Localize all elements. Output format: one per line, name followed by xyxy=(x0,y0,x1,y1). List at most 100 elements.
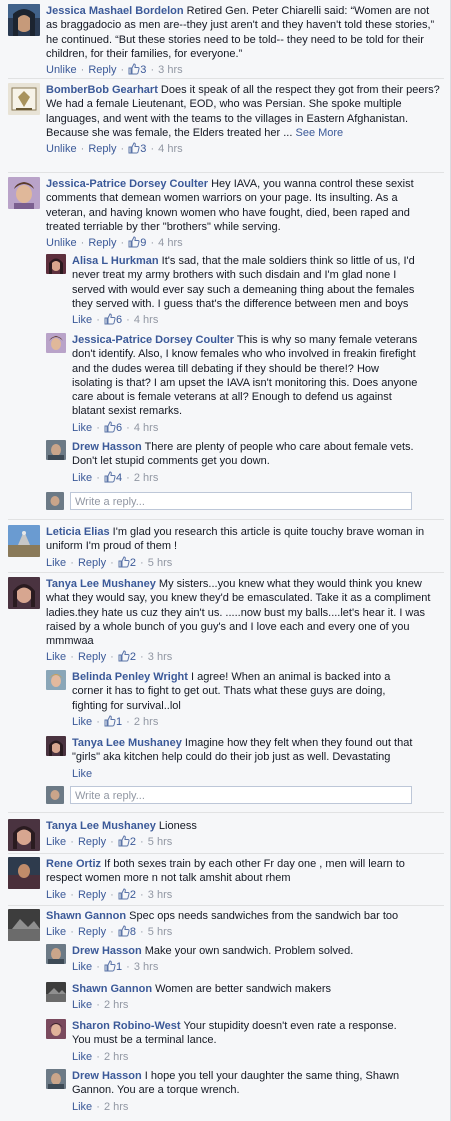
timestamp[interactable]: 2 hrs xyxy=(104,999,128,1011)
thumbs-up-icon[interactable] xyxy=(128,142,140,158)
like-link[interactable]: Like xyxy=(46,836,66,848)
avatar[interactable] xyxy=(46,254,66,274)
timestamp[interactable]: 2 hrs xyxy=(134,716,158,728)
reply: Drew Hasson There are plenty of people w… xyxy=(46,440,418,487)
avatar[interactable] xyxy=(8,819,40,851)
avatar[interactable] xyxy=(8,909,40,941)
author-name[interactable]: Jessica Mashael Bordelon xyxy=(46,5,184,17)
see-more-link[interactable]: See More xyxy=(295,127,343,139)
comment-text: Sharon Robino-West Your stupidity doesn'… xyxy=(72,1019,418,1048)
reply-link[interactable]: Reply xyxy=(78,651,106,663)
timestamp[interactable]: 2 hrs xyxy=(104,1101,128,1113)
timestamp[interactable]: 2 hrs xyxy=(104,1051,128,1063)
like-link[interactable]: Like xyxy=(72,1101,92,1113)
like-link[interactable]: Like xyxy=(46,651,66,663)
avatar[interactable] xyxy=(46,440,66,460)
avatar[interactable] xyxy=(46,333,66,353)
like-link[interactable]: Like xyxy=(72,999,92,1011)
avatar[interactable] xyxy=(8,577,40,609)
unlike-link[interactable]: Unlike xyxy=(46,143,77,155)
unlike-link[interactable]: Unlike xyxy=(46,237,77,249)
author-name[interactable]: Jessica-Patrice Dorsey Coulter xyxy=(72,334,234,346)
timestamp[interactable]: 5 hrs xyxy=(148,926,172,938)
like-link[interactable]: Like xyxy=(46,557,66,569)
avatar[interactable] xyxy=(46,670,66,690)
author-name[interactable]: Belinda Penley Wright xyxy=(72,671,188,683)
reply-link[interactable]: Reply xyxy=(78,889,106,901)
avatar[interactable] xyxy=(8,177,40,209)
comment-text: Drew Hasson There are plenty of people w… xyxy=(72,440,418,469)
timestamp[interactable]: 3 hrs xyxy=(134,961,158,973)
thumbs-up-icon[interactable] xyxy=(118,888,130,904)
comment: Jessica Mashael Bordelon Retired Gen. Pe… xyxy=(8,4,440,79)
avatar-image xyxy=(8,83,40,115)
author-name[interactable]: Tanya Lee Mushaney xyxy=(72,737,182,749)
thumbs-up-icon[interactable] xyxy=(104,421,116,437)
reply-link[interactable]: Reply xyxy=(78,926,106,938)
like-link[interactable]: Like xyxy=(72,961,92,973)
like-link[interactable]: Like xyxy=(46,889,66,901)
avatar[interactable] xyxy=(46,982,66,1002)
thumbs-up-icon[interactable] xyxy=(128,236,140,252)
reply-link[interactable]: Reply xyxy=(88,237,116,249)
timestamp[interactable]: 3 hrs xyxy=(148,651,172,663)
author-name[interactable]: Shawn Gannon xyxy=(46,910,126,922)
thumbs-up-icon[interactable] xyxy=(104,471,116,487)
reply-link[interactable]: Reply xyxy=(78,836,106,848)
like-link[interactable]: Like xyxy=(72,422,92,434)
timestamp[interactable]: 4 hrs xyxy=(158,143,182,155)
timestamp[interactable]: 5 hrs xyxy=(148,557,172,569)
avatar[interactable] xyxy=(8,83,40,115)
like-link[interactable]: Like xyxy=(72,1051,92,1063)
author-name[interactable]: Drew Hasson xyxy=(72,441,142,453)
reply-composer: Write a reply... xyxy=(46,786,412,804)
author-name[interactable]: Tanya Lee Mushaney xyxy=(46,820,156,832)
reply-input[interactable]: Write a reply... xyxy=(70,492,412,510)
thumbs-up-icon[interactable] xyxy=(104,715,116,731)
thumbs-up-icon[interactable] xyxy=(104,960,116,976)
thumbs-up-icon[interactable] xyxy=(118,835,130,851)
avatar[interactable] xyxy=(46,736,66,756)
author-name[interactable]: Drew Hasson xyxy=(72,945,142,957)
unlike-link[interactable]: Unlike xyxy=(46,64,77,76)
comment-actions: Like · 1 · 3 hrs xyxy=(72,960,418,976)
avatar[interactable] xyxy=(8,857,40,889)
author-name[interactable]: Alisa L Hurkman xyxy=(72,255,159,267)
like-link[interactable]: Like xyxy=(72,472,92,484)
thumbs-up-icon[interactable] xyxy=(118,556,130,572)
reply: Shawn Gannon Women are better sandwich m… xyxy=(46,982,418,1013)
timestamp[interactable]: 4 hrs xyxy=(158,237,182,249)
reply-link[interactable]: Reply xyxy=(88,143,116,155)
reply-link[interactable]: Reply xyxy=(78,557,106,569)
avatar[interactable] xyxy=(46,1019,66,1039)
author-name[interactable]: Leticia Elias xyxy=(46,526,110,538)
divider xyxy=(8,78,444,79)
author-name[interactable]: Sharon Robino-West xyxy=(72,1020,181,1032)
timestamp[interactable]: 5 hrs xyxy=(148,836,172,848)
avatar[interactable] xyxy=(8,4,40,36)
like-link[interactable]: Like xyxy=(72,314,92,326)
author-name[interactable]: BomberBob Gearhart xyxy=(46,84,158,96)
author-name[interactable]: Tanya Lee Mushaney xyxy=(46,578,156,590)
author-name[interactable]: Drew Hasson xyxy=(72,1070,142,1082)
reply-input[interactable]: Write a reply... xyxy=(70,786,412,804)
author-name[interactable]: Rene Ortiz xyxy=(46,858,101,870)
thumbs-up-icon[interactable] xyxy=(118,650,130,666)
like-link[interactable]: Like xyxy=(46,926,66,938)
avatar[interactable] xyxy=(8,525,40,557)
timestamp[interactable]: 3 hrs xyxy=(148,889,172,901)
comment-actions: Like xyxy=(72,767,418,781)
like-link[interactable]: Like xyxy=(72,716,92,728)
reply-link[interactable]: Reply xyxy=(88,64,116,76)
timestamp[interactable]: 4 hrs xyxy=(134,314,158,326)
author-name[interactable]: Jessica-Patrice Dorsey Coulter xyxy=(46,178,208,190)
timestamp[interactable]: 2 hrs xyxy=(134,472,158,484)
timestamp[interactable]: 4 hrs xyxy=(134,422,158,434)
thumbs-up-icon[interactable] xyxy=(118,925,130,941)
avatar[interactable] xyxy=(46,944,66,964)
like-link[interactable]: Like xyxy=(72,768,92,780)
author-name[interactable]: Shawn Gannon xyxy=(72,983,152,995)
timestamp[interactable]: 3 hrs xyxy=(158,64,182,76)
avatar[interactable] xyxy=(46,1069,66,1089)
thumbs-up-icon[interactable] xyxy=(104,313,116,329)
